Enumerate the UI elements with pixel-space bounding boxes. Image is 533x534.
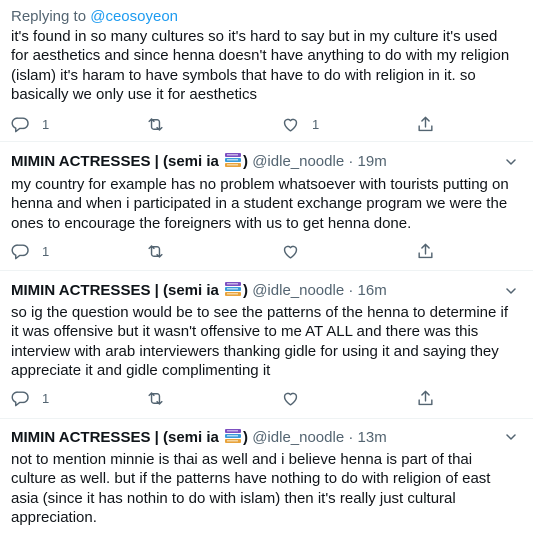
reply-button[interactable]: 1 [11,113,49,135]
retweet-icon [148,391,163,405]
timestamp[interactable]: 13m [358,429,387,446]
reply-count: 1 [42,116,50,132]
tweet-text-line: basically we only use it for aesthetics [11,86,257,104]
tweet-text-line: appreciate it and gidle complimenting it [11,362,271,380]
like-button[interactable] [281,240,300,262]
display-name-suffix: ) [243,429,249,446]
like-button[interactable] [281,387,300,409]
tweet-actions: 1 [0,240,533,262]
tweet-text-line: not to mention minnie is thai as well an… [11,451,473,468]
share-button[interactable] [416,387,435,409]
tweet-text-line: my country for example has no problem wh… [11,176,509,193]
tweet-3[interactable]: MIMIN ACTRESSES | (semi ia ) @idle_noodl… [0,419,533,534]
timestamp[interactable]: 16m [358,282,387,299]
retweet-icon [148,244,163,258]
tweet-text-line: henna and when i participated in a stude… [11,195,508,213]
tweet-text: not to mention minnie is thai as well an… [11,450,523,528]
replying-to: Replying to @ceosoyeon [11,8,178,25]
share-button[interactable] [416,240,435,262]
tweet-header: MIMIN ACTRESSES | (semi ia ) @idle_noodl… [11,428,387,448]
username[interactable]: @idle_noodle [252,153,344,170]
chevron-down-icon[interactable] [505,156,517,168]
heart-icon [283,392,298,406]
heart-icon [283,245,298,259]
separator-dot: · [348,429,354,446]
reply-button[interactable]: 1 [11,387,49,409]
replying-to-handle[interactable]: @ceosoyeon [90,8,178,25]
display-name[interactable]: MIMIN ACTRESSES | (semi ia [11,429,219,446]
tweet-text-line: interview with arab interviewers thankin… [11,342,499,360]
tweet-text-line: appreciation. [11,509,97,527]
tweet-2[interactable]: MIMIN ACTRESSES | (semi ia ) @idle_noodl… [0,271,533,418]
reply-count: 1 [42,390,50,406]
books-emoji-icon [225,429,242,443]
display-name-suffix: ) [243,282,249,299]
timestamp[interactable]: 19m [358,153,387,170]
share-icon [418,243,433,258]
display-name[interactable]: MIMIN ACTRESSES | (semi ia [11,153,219,170]
chevron-down-icon[interactable] [505,285,517,297]
tweet-text-line: it's found in so many cultures so it's h… [11,28,498,45]
chevron-down-icon[interactable] [505,431,517,443]
display-name[interactable]: MIMIN ACTRESSES | (semi ia [11,282,219,299]
reply-icon [11,116,29,132]
books-emoji-icon [225,282,242,296]
separator-dot: · [348,153,354,170]
tweet-text-line: ones to encourage the foreigners with us… [11,214,412,232]
reply-icon [11,390,29,406]
tweet-text-line: so ig the question would be to see the p… [11,304,508,321]
books-emoji-icon [225,153,242,167]
tweet-1[interactable]: MIMIN ACTRESSES | (semi ia ) @idle_noodl… [0,142,533,270]
tweet-header: MIMIN ACTRESSES | (semi ia ) @idle_noodl… [11,281,387,301]
reply-button[interactable]: 1 [11,240,49,262]
reply-count: 1 [42,243,50,259]
tweet-header: MIMIN ACTRESSES | (semi ia ) @idle_noodl… [11,152,387,172]
separator-dot: · [348,282,354,299]
username[interactable]: @idle_noodle [252,429,344,446]
tweet-text-line: it was offensive but it wasn't offensive… [11,323,479,341]
replying-to-label: Replying to [11,8,87,25]
retweet-button[interactable] [146,387,165,409]
tweet-0[interactable]: Replying to @ceosoyeon it's found in so … [0,0,533,140]
tweet-actions: 1 1 [0,113,533,135]
tweet-text-line: (islam) it's haram to have symbols that … [11,66,476,84]
share-icon [418,116,433,131]
reply-icon [11,243,29,259]
share-icon [418,390,433,405]
tweet-actions: 1 [0,387,533,409]
tweet-text-line: for aesthetics and since henna doesn't h… [11,47,510,65]
display-name-suffix: ) [243,153,249,170]
tweet-text: so ig the question would be to see the p… [11,303,523,381]
like-count: 1 [312,116,320,132]
retweet-button[interactable] [146,113,165,135]
tweet-text-line: culture as well. but if the patterns hav… [11,470,491,488]
like-button[interactable]: 1 [281,113,319,135]
username[interactable]: @idle_noodle [252,282,344,299]
tweet-text-line: asia (since it has nothin to do with isl… [11,489,456,507]
tweet-text: it's found in so many cultures so it's h… [11,27,523,105]
retweet-icon [148,117,163,131]
retweet-button[interactable] [146,240,165,262]
share-button[interactable] [416,113,435,135]
tweet-text: my country for example has no problem wh… [11,175,523,233]
heart-icon [283,118,298,132]
